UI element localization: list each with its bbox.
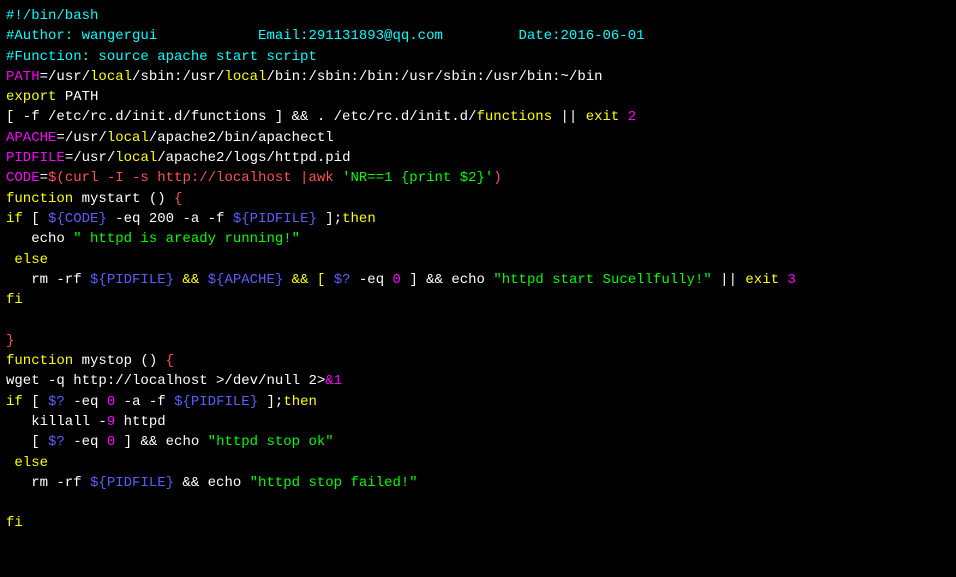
code-line: #Author: wangergui Email:291131893@qq.co… bbox=[6, 26, 950, 46]
code-line: if [ $? -eq 0 -a -f ${PIDFILE} ];then bbox=[6, 392, 950, 412]
code-line: #Function: source apache start script bbox=[6, 47, 950, 67]
code-line: wget -q http://localhost >/dev/null 2>&1 bbox=[6, 371, 950, 391]
code-line: killall -9 httpd bbox=[6, 412, 950, 432]
code-line bbox=[6, 493, 950, 513]
code-line: CODE=$(curl -I -s http://localhost |awk … bbox=[6, 168, 950, 188]
code-line: else bbox=[6, 453, 950, 473]
code-line: fi bbox=[6, 513, 950, 533]
code-line: if [ ${CODE} -eq 200 -a -f ${PIDFILE} ];… bbox=[6, 209, 950, 229]
code-line: export PATH bbox=[6, 87, 950, 107]
code-line: function mystart () { bbox=[6, 189, 950, 209]
code-line: else bbox=[6, 250, 950, 270]
code-line: APACHE=/usr/local/apache2/bin/apachectl bbox=[6, 128, 950, 148]
code-line: } bbox=[6, 331, 950, 351]
code-line: [ -f /etc/rc.d/init.d/functions ] && . /… bbox=[6, 107, 950, 127]
code-line: function mystop () { bbox=[6, 351, 950, 371]
terminal-output[interactable]: #!/bin/bash #Author: wangergui Email:291… bbox=[6, 6, 950, 534]
code-line: rm -rf ${PIDFILE} && ${APACHE} && [ $? -… bbox=[6, 270, 950, 290]
code-line: rm -rf ${PIDFILE} && echo "httpd stop fa… bbox=[6, 473, 950, 493]
code-line: PIDFILE=/usr/local/apache2/logs/httpd.pi… bbox=[6, 148, 950, 168]
code-line: echo " httpd is aready running!" bbox=[6, 229, 950, 249]
code-line: PATH=/usr/local/sbin:/usr/local/bin:/sbi… bbox=[6, 67, 950, 87]
code-line: fi bbox=[6, 290, 950, 310]
code-line bbox=[6, 310, 950, 330]
code-line: #!/bin/bash bbox=[6, 6, 950, 26]
code-line: [ $? -eq 0 ] && echo "httpd stop ok" bbox=[6, 432, 950, 452]
